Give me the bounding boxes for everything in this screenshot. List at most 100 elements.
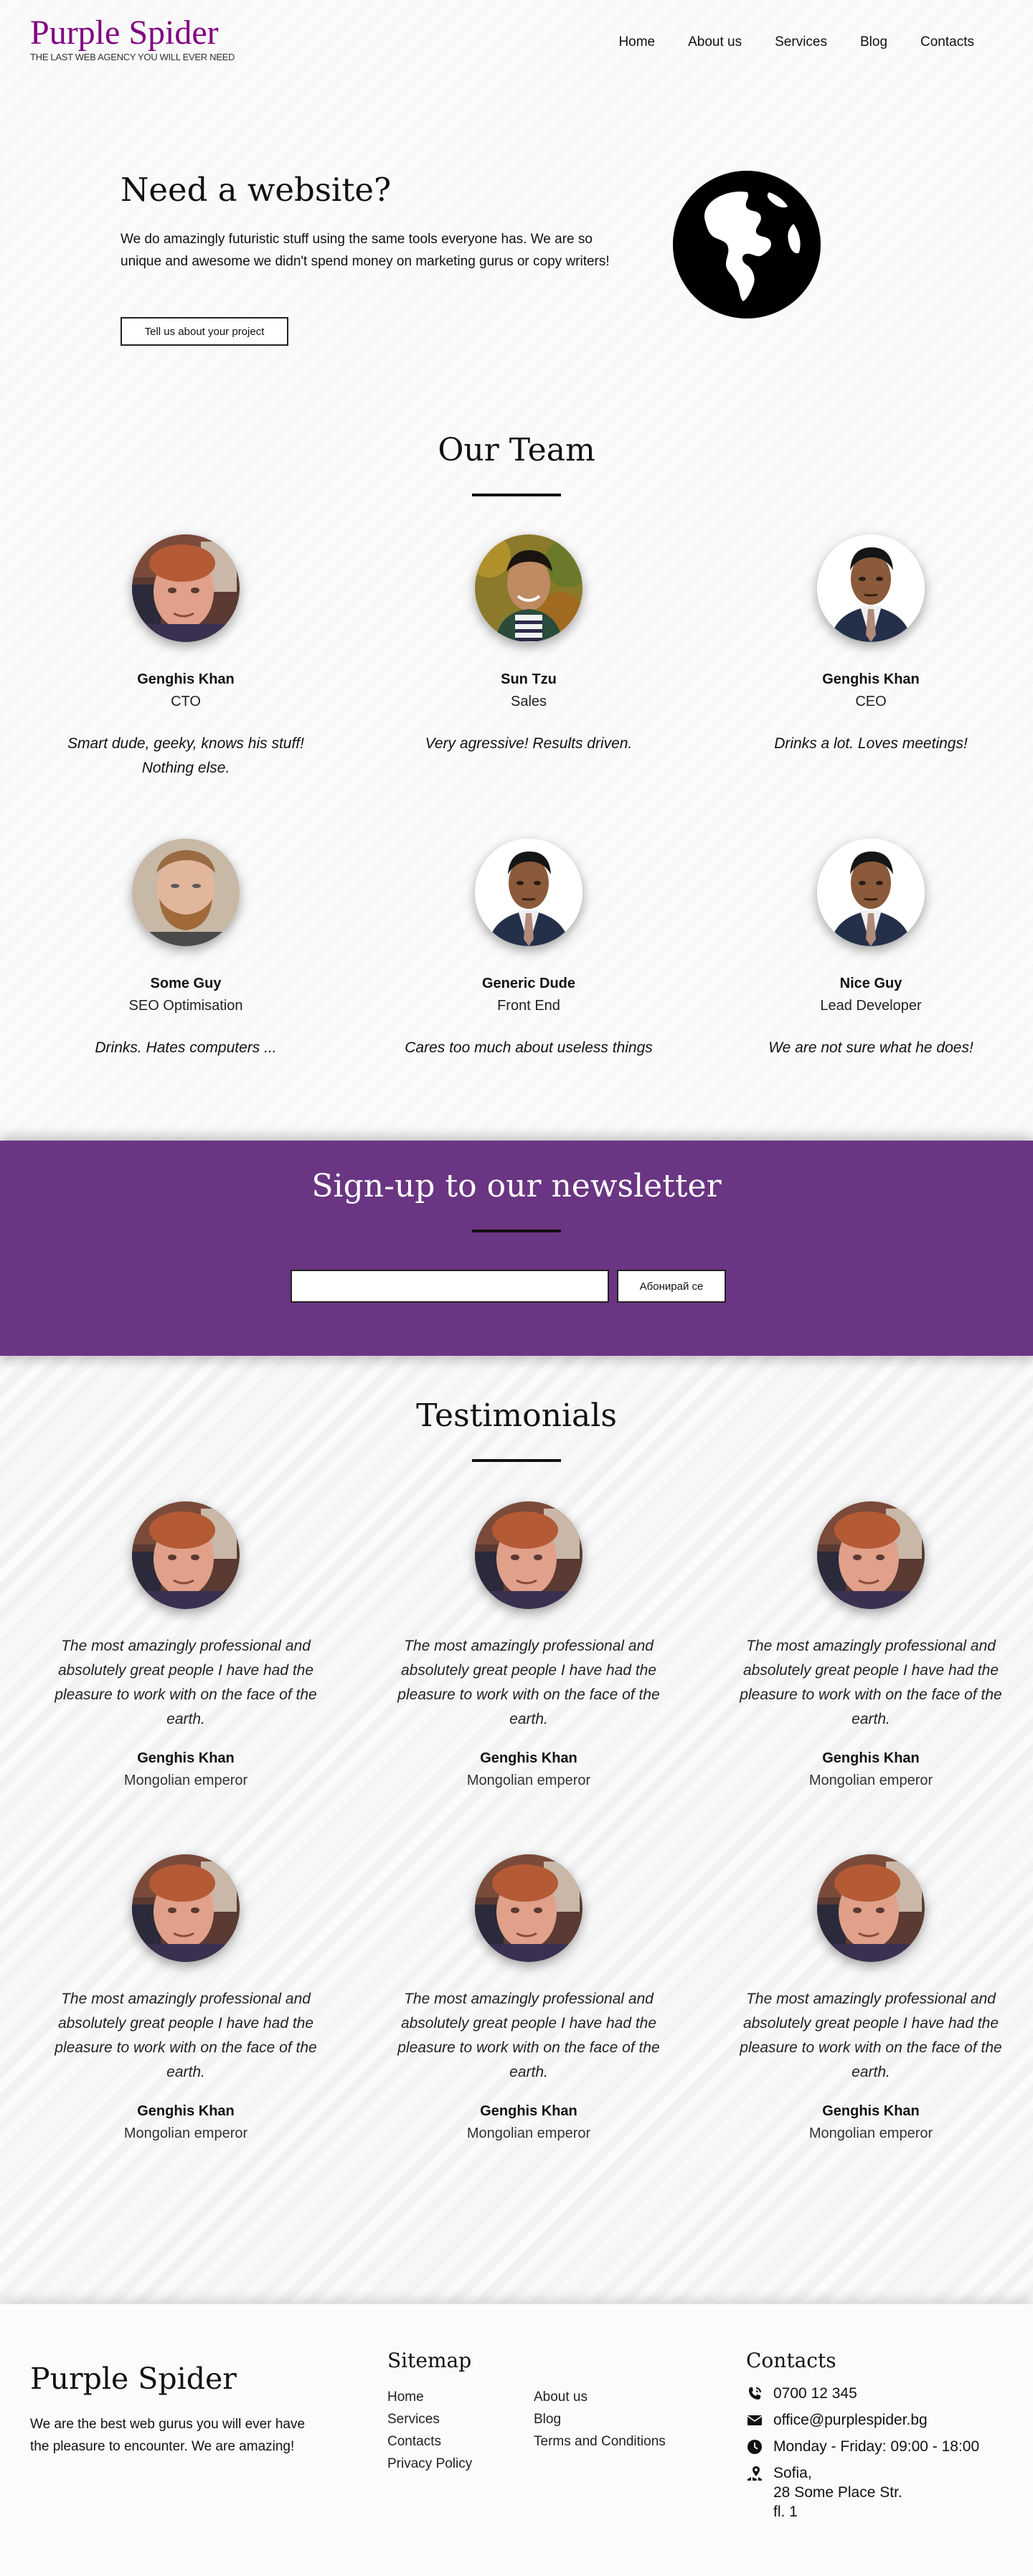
contact-phone: 0700 12 345: [746, 2384, 979, 2403]
team-member-role: SEO Optimisation: [128, 998, 243, 1014]
newsletter-section: Sign-up to our newsletter Абонирай се: [0, 1141, 1033, 1356]
testimonial-card: The most amazingly professional and abso…: [49, 1987, 322, 2142]
testimonial-avatar: [132, 1501, 240, 1609]
testimonial-quote: The most amazingly professional and abso…: [397, 1638, 660, 1727]
footer-contacts: Contacts 0700 12 345 office@purplespider…: [746, 2349, 979, 2521]
testimonial-author: Genghis Khan: [137, 2103, 235, 2119]
testimonial-author-title: Mongolian emperor: [466, 2126, 591, 2141]
footer-about: We are the best web gurus you will ever …: [30, 2417, 306, 2454]
address-line-1: Sofia,: [773, 2465, 812, 2481]
footer-sitemap: Sitemap: [387, 2349, 471, 2372]
team-member-name: Nice Guy: [839, 976, 902, 991]
footer-link-terms[interactable]: Terms and Conditions: [534, 2430, 666, 2453]
contact-address-text: Sofia, 28 Some Place Str. fl. 1: [773, 2463, 902, 2521]
team-member-name: Generic Dude: [481, 976, 576, 991]
team-member-role: Lead Developer: [820, 998, 922, 1014]
testimonial-quote: The most amazingly professional and abso…: [55, 1991, 317, 2080]
team-avatar: [475, 839, 582, 946]
testimonial-quote: The most amazingly professional and abso…: [55, 1638, 317, 1727]
project-button[interactable]: Tell us about your project: [121, 317, 288, 346]
newsletter-email-input[interactable]: [291, 1270, 609, 1303]
team-member-quote: We are not sure what he does!: [768, 1039, 973, 1056]
footer-link-home[interactable]: Home: [387, 2386, 472, 2408]
site-header: Purple Spider THE LAST WEB AGENCY YOU WI…: [0, 0, 1033, 79]
team-member-card: Generic Dude Front End Cares too much abou…: [392, 976, 665, 1060]
logo-tagline: THE LAST WEB AGENCY YOU WILL EVER NEED: [30, 52, 235, 62]
sitemap-title: Sitemap: [387, 2349, 472, 2372]
testimonial-avatar: [817, 1854, 925, 1962]
team-member-quote: Drinks. Hates computers ...: [95, 1039, 277, 1056]
testimonial-quote: The most amazingly professional and abso…: [397, 1991, 660, 2080]
team-title: Our Team: [438, 432, 595, 468]
team-member-quote: Drinks a lot. Loves meetings!: [774, 735, 968, 752]
footer-link-contacts[interactable]: Contacts: [387, 2430, 472, 2453]
phone-icon: [749, 2387, 761, 2400]
testimonial-author-title: Mongolian emperor: [123, 1773, 248, 1788]
nav-about-us[interactable]: About us: [688, 34, 742, 50]
nav-services[interactable]: Services: [775, 34, 827, 50]
envelope-icon: [747, 2415, 763, 2425]
contact-email: office@purplespider.bg: [746, 2410, 979, 2430]
testimonial-avatar: [475, 1854, 582, 1962]
team-title-underline: [472, 494, 561, 496]
footer-link-about-us[interactable]: About us: [534, 2386, 666, 2408]
clock-icon: [747, 2440, 762, 2454]
contact-email-text[interactable]: office@purplespider.bg: [773, 2410, 928, 2430]
nav-blog[interactable]: Blog: [860, 34, 887, 50]
sitemap-column-2: About us Blog Terms and Conditions: [534, 2386, 666, 2453]
hero-text: We do amazingly futuristic stuff using t…: [121, 232, 610, 269]
team-member-role: CEO: [855, 694, 887, 709]
newsletter-title: Sign-up to our newsletter: [311, 1168, 722, 1204]
nav-contacts[interactable]: Contacts: [920, 34, 974, 50]
testimonial-card: The most amazingly professional and abso…: [735, 1634, 1007, 1789]
footer-link-privacy-policy[interactable]: Privacy Policy: [387, 2453, 472, 2475]
testimonial-quote: The most amazingly professional and abso…: [740, 1991, 1002, 2080]
testimonial-author-title: Mongolian emperor: [123, 2126, 248, 2141]
team-member-name: Some Guy: [150, 976, 222, 991]
team-member-role: Sales: [510, 694, 547, 709]
footer-link-services[interactable]: Services: [387, 2408, 472, 2430]
testimonial-author: Genghis Khan: [822, 1750, 920, 1766]
contact-address: Sofia, 28 Some Place Str. fl. 1: [746, 2463, 979, 2521]
testimonial-author: Genghis Khan: [137, 1750, 235, 1766]
team-avatar: [132, 534, 240, 642]
testimonials-section: [0, 1356, 1033, 2303]
contact-phone-text[interactable]: 0700 12 345: [773, 2384, 857, 2403]
team-member-card: Sun Tzu Sales Very agressive! Results driv…: [392, 671, 665, 756]
testimonial-avatar: [475, 1501, 582, 1609]
nav-home[interactable]: Home: [618, 34, 655, 50]
testimonial-author: Genghis Khan: [822, 2103, 920, 2119]
footer-brand: Purple Spider: [30, 2362, 237, 2396]
testimonial-card: The most amazingly professional and abso…: [735, 1987, 1007, 2142]
testimonial-card: The most amazingly professional and abso…: [392, 1634, 665, 1789]
team-member-role: Front End: [497, 998, 560, 1014]
globe-icon: [673, 171, 821, 319]
testimonial-card: The most amazingly professional and abso…: [392, 1987, 665, 2142]
site-logo[interactable]: Purple Spider THE LAST WEB AGENCY YOU WI…: [30, 13, 235, 62]
team-member-name: Genghis Khan: [822, 671, 920, 687]
testimonial-quote: The most amazingly professional and abso…: [740, 1638, 1002, 1727]
footer-link-blog[interactable]: Blog: [534, 2408, 666, 2430]
address-line-2: 28 Some Place Str.: [773, 2484, 902, 2501]
team-member-role: CTO: [171, 694, 201, 709]
subscribe-button[interactable]: Абонирай се: [617, 1270, 726, 1303]
testimonials-title: Testimonials: [416, 1397, 617, 1434]
contacts-title: Contacts: [746, 2349, 836, 2372]
map-marker-icon: [747, 2466, 762, 2481]
testimonial-avatar: [132, 1854, 240, 1962]
team-member-quote: Very agressive! Results driven.: [425, 735, 633, 752]
team-member-card: Some Guy SEO Optimisation Drinks. Hates co…: [49, 976, 322, 1060]
testimonial-author-title: Mongolian emperor: [808, 1773, 933, 1788]
team-member-quote: Cares too much about useless things: [405, 1039, 653, 1056]
testimonial-author-title: Mongolian emperor: [466, 1773, 591, 1788]
hero-title: Need a website?: [121, 171, 392, 209]
testimonial-card: The most amazingly professional and abso…: [49, 1634, 322, 1789]
team-member-card: Nice Guy Lead Developer We are not sure wh…: [735, 976, 1007, 1060]
contact-hours: Monday - Friday: 09:00 - 18:00: [746, 2437, 979, 2456]
contact-hours-text: Monday - Friday: 09:00 - 18:00: [773, 2438, 980, 2455]
team-avatar: [475, 534, 582, 642]
team-member-card: Genghis Khan CTO Smart dude, geeky, knows …: [49, 671, 322, 780]
team-avatar: [817, 534, 925, 642]
sitemap-column-1: Home Services Contacts Privacy Policy: [387, 2386, 472, 2475]
testimonial-avatar: [817, 1501, 925, 1609]
